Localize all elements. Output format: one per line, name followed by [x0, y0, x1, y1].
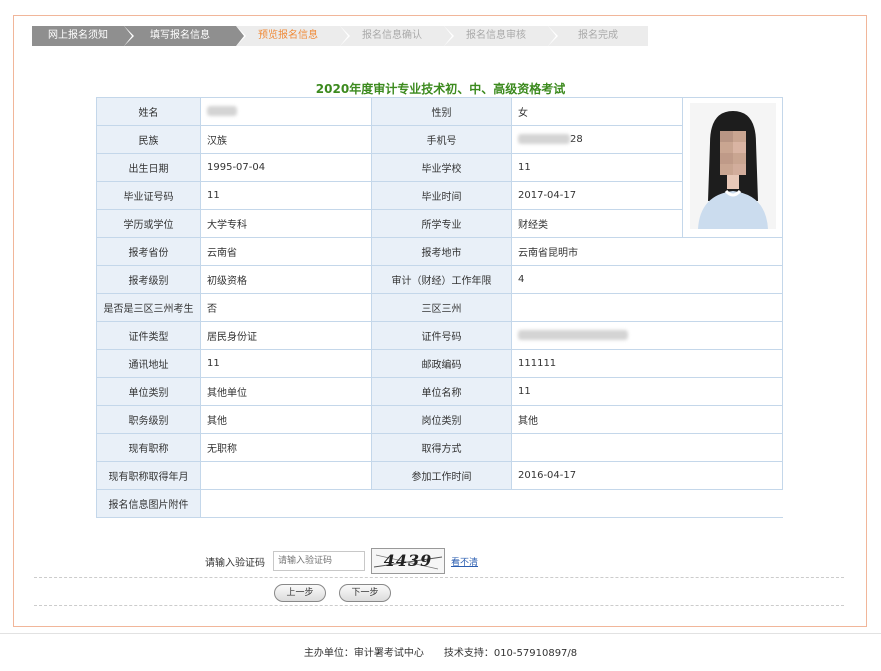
cert-no-label: 毕业证号码 — [96, 181, 201, 210]
step-confirm: 报名信息确认 — [340, 26, 454, 46]
title-year-value — [200, 461, 372, 490]
obtain-method-label: 取得方式 — [371, 433, 512, 462]
unit-type-label: 单位类别 — [96, 377, 201, 406]
step-complete: 报名完成 — [548, 26, 648, 46]
unit-type-value: 其他单位 — [200, 377, 372, 406]
gender-value: 女 — [511, 97, 683, 126]
id-no-label: 证件号码 — [371, 321, 512, 350]
gender-label: 性别 — [371, 97, 512, 126]
title-label: 现有职称 — [96, 433, 201, 462]
prev-button[interactable]: 上一步 — [274, 584, 326, 602]
city-label: 报考地市 — [371, 237, 512, 266]
redacted-name — [207, 106, 237, 116]
major-value: 财经类 — [511, 209, 683, 238]
step-fill-info: 填写报名信息 — [124, 26, 246, 46]
footer-divider — [0, 633, 881, 634]
registration-info-table: 姓名 性别 女 民族 汉族 手机号 28 出生日期 1995-07-04 毕业学… — [96, 97, 783, 518]
attachment-value — [200, 489, 783, 518]
grad-time-label: 毕业时间 — [371, 181, 512, 210]
cert-no-value: 11 — [200, 181, 372, 210]
captcha-label: 请输入验证码 — [205, 557, 265, 569]
grad-time-value: 2017-04-17 — [511, 181, 683, 210]
portrait-photo-icon — [689, 103, 776, 229]
birth-value: 1995-07-04 — [200, 153, 372, 182]
three-zone-label: 三区三州 — [371, 293, 512, 322]
three-zone-value — [511, 293, 783, 322]
name-value — [200, 97, 372, 126]
redacted-id-number — [518, 330, 628, 340]
birth-label: 出生日期 — [96, 153, 201, 182]
unit-name-label: 单位名称 — [371, 377, 512, 406]
title-year-label: 现有职称取得年月 — [96, 461, 201, 490]
captcha-input[interactable] — [273, 551, 365, 571]
step-progress: 网上报名须知 填写报名信息 预览报名信息 报名信息确认 报名信息审核 报名完成 — [32, 26, 648, 46]
id-no-value — [511, 321, 783, 350]
attachment-label: 报名信息图片附件 — [96, 489, 201, 518]
id-type-label: 证件类型 — [96, 321, 201, 350]
next-button[interactable]: 下一步 — [339, 584, 391, 602]
work-start-value: 2016-04-17 — [511, 461, 783, 490]
post-type-label: 岗位类别 — [371, 405, 512, 434]
province-value: 云南省 — [200, 237, 372, 266]
postcode-label: 邮政编码 — [371, 349, 512, 378]
step-review: 报名信息审核 — [444, 26, 558, 46]
three-zone-question-label: 是否是三区三州考生 — [96, 293, 201, 322]
level-label: 报考级别 — [96, 265, 201, 294]
postcode-value: 111111 — [511, 349, 783, 378]
duty-level-label: 职务级别 — [96, 405, 201, 434]
redacted-phone — [518, 134, 570, 144]
title-value: 无职称 — [200, 433, 372, 462]
phone-label: 手机号 — [371, 125, 512, 154]
footer-text: 主办单位：审计署考试中心 技术支持：010-57910897/8 — [303, 648, 578, 659]
captcha-refresh-link[interactable]: 看不清 — [451, 555, 478, 568]
divider-bottom — [34, 605, 844, 606]
address-value: 11 — [200, 349, 372, 378]
captcha-image[interactable]: 4439 — [371, 548, 445, 574]
work-start-label: 参加工作时间 — [371, 461, 512, 490]
province-label: 报考省份 — [96, 237, 201, 266]
applicant-photo — [682, 97, 783, 238]
step-notice: 网上报名须知 — [32, 26, 134, 46]
divider-top — [34, 577, 844, 578]
major-label: 所学专业 — [371, 209, 512, 238]
work-years-value: 4 — [511, 265, 783, 294]
duty-level-value: 其他 — [200, 405, 372, 434]
three-zone-question-value: 否 — [200, 293, 372, 322]
name-label: 姓名 — [96, 97, 201, 126]
step-preview: 预览报名信息 — [236, 26, 350, 46]
school-label: 毕业学校 — [371, 153, 512, 182]
degree-value: 大学专科 — [200, 209, 372, 238]
address-label: 通讯地址 — [96, 349, 201, 378]
work-years-label: 审计（财经）工作年限 — [371, 265, 512, 294]
ethnicity-value: 汉族 — [200, 125, 372, 154]
school-value: 11 — [511, 153, 683, 182]
obtain-method-value — [511, 433, 783, 462]
post-type-value: 其他 — [511, 405, 783, 434]
ethnicity-label: 民族 — [96, 125, 201, 154]
id-type-value: 居民身份证 — [200, 321, 372, 350]
captcha-row: 请输入验证码 4439 看不清 — [205, 548, 478, 574]
level-value: 初级资格 — [200, 265, 372, 294]
exam-title: 2020年度审计专业技术初、中、高级资格考试 — [315, 82, 566, 96]
degree-label: 学历或学位 — [96, 209, 201, 238]
city-value: 云南省昆明市 — [511, 237, 783, 266]
unit-name-value: 11 — [511, 377, 783, 406]
phone-value: 28 — [511, 125, 683, 154]
